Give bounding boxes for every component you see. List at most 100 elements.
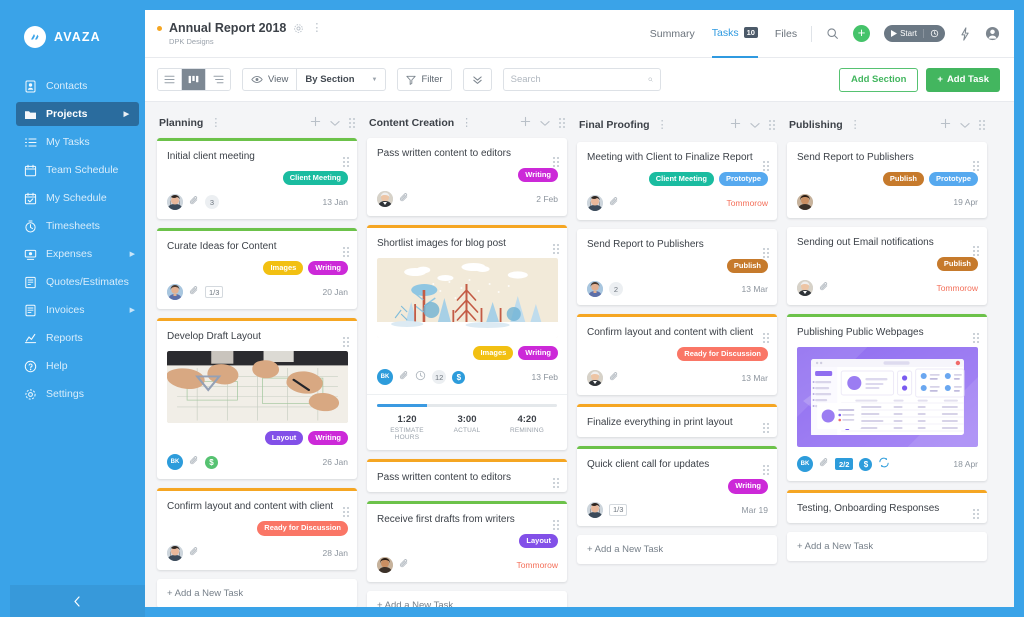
group-by-select[interactable]: By Section ▼ [296, 69, 385, 90]
tab-tasks[interactable]: Tasks10 [712, 10, 758, 58]
task-tag[interactable]: Client Meeting [283, 171, 348, 185]
attachment-icon[interactable] [819, 455, 829, 473]
add-task-button[interactable]: + Add Task [926, 68, 1000, 92]
card-drag-handle[interactable] [973, 322, 979, 343]
drag-grip-icon[interactable] [769, 120, 775, 130]
card-drag-handle[interactable] [553, 509, 559, 530]
task-tag[interactable]: Images [473, 346, 513, 360]
attachment-icon[interactable] [819, 279, 829, 297]
avatar[interactable]: BK [797, 456, 813, 472]
sidebar-item-team-schedule[interactable]: Team Schedule [10, 158, 145, 182]
sidebar-item-projects[interactable]: Projects▶ [16, 102, 139, 126]
drag-grip-icon[interactable] [343, 157, 349, 167]
sidebar-item-expenses[interactable]: Expenses▶ [10, 242, 145, 266]
comment-count-badge[interactable]: 12 [432, 370, 446, 384]
card-drag-handle[interactable] [763, 454, 769, 475]
task-card[interactable]: Testing, Onboarding Responses [787, 490, 987, 523]
task-tag[interactable]: Publish [937, 257, 978, 271]
billable-icon[interactable]: $ [859, 458, 872, 471]
avatar[interactable] [587, 370, 603, 386]
task-tag[interactable]: Publish [727, 259, 768, 273]
add-new-task-button[interactable]: + Add a New Task [577, 535, 777, 564]
tab-summary[interactable]: Summary [650, 10, 695, 58]
task-card[interactable]: Confirm layout and content with clientRe… [157, 488, 357, 569]
add-new-task-button[interactable]: + Add a New Task [787, 532, 987, 561]
avatar[interactable] [587, 195, 603, 211]
subtask-count-badge[interactable]: 1/3 [609, 504, 627, 516]
card-drag-handle[interactable] [763, 322, 769, 343]
subtask-count-badge[interactable]: 2/2 [835, 458, 853, 470]
add-new-task-button[interactable]: + Add a New Task [157, 579, 357, 608]
task-card[interactable]: Sending out Email notificationsPublishTo… [787, 227, 987, 305]
card-drag-handle[interactable] [973, 498, 979, 519]
task-card[interactable]: Develop Draft LayoutLayoutWritingBK$26 J… [157, 318, 357, 479]
drag-grip-icon[interactable] [343, 507, 349, 517]
task-card[interactable]: Receive first drafts from writersLayoutT… [367, 501, 567, 582]
task-card[interactable]: Meeting with Client to Finalize ReportCl… [577, 142, 777, 220]
drag-grip-icon[interactable] [973, 333, 979, 343]
drag-grip-icon[interactable] [553, 244, 559, 254]
avatar[interactable] [167, 545, 183, 561]
task-card[interactable]: Initial client meetingClient Meeting313 … [157, 138, 357, 219]
task-tag[interactable]: Layout [519, 534, 558, 548]
filter-button[interactable]: Filter [398, 69, 450, 90]
search-icon[interactable] [826, 27, 839, 40]
drag-grip-icon[interactable] [763, 333, 769, 343]
task-tag[interactable]: Writing [308, 431, 348, 445]
drag-grip-icon[interactable] [763, 161, 769, 171]
recurring-icon[interactable] [878, 455, 890, 473]
attachment-icon[interactable] [399, 556, 409, 574]
card-drag-handle[interactable] [553, 467, 559, 488]
attachment-icon[interactable] [189, 193, 199, 211]
task-tag[interactable]: Publish [883, 172, 924, 186]
card-drag-handle[interactable] [343, 236, 349, 257]
task-card[interactable]: Publishing Public WebpagesBK2/2$18 Apr [787, 314, 987, 481]
card-drag-handle[interactable] [763, 150, 769, 171]
more-vertical-icon[interactable]: ⋮ [210, 118, 221, 129]
user-avatar-icon[interactable] [985, 26, 1000, 41]
more-vertical-icon[interactable]: ⋮ [850, 120, 861, 131]
collapse-column-icon[interactable] [750, 116, 760, 134]
task-tag[interactable]: Writing [728, 479, 768, 493]
add-card-icon[interactable] [730, 116, 741, 134]
task-tag[interactable]: Writing [308, 261, 348, 275]
comment-count-badge[interactable]: 2 [609, 282, 623, 296]
collapse-column-icon[interactable] [330, 114, 340, 132]
bolt-icon[interactable] [959, 27, 971, 41]
avatar[interactable]: BK [167, 454, 183, 470]
add-card-icon[interactable] [940, 116, 951, 134]
drag-grip-icon[interactable] [343, 247, 349, 257]
collapse-column-icon[interactable] [540, 114, 550, 132]
card-drag-handle[interactable] [343, 496, 349, 517]
avatar[interactable] [377, 557, 393, 573]
card-drag-handle[interactable] [763, 237, 769, 258]
drag-grip-icon[interactable] [553, 157, 559, 167]
task-tag[interactable]: Prototype [719, 172, 768, 186]
attachment-icon[interactable] [609, 369, 619, 387]
add-section-button[interactable]: Add Section [839, 68, 918, 92]
task-tag[interactable]: Writing [518, 168, 558, 182]
drag-grip-icon[interactable] [763, 423, 769, 433]
drag-grip-icon[interactable] [979, 120, 985, 130]
billable-icon[interactable]: $ [452, 371, 465, 384]
card-drag-handle[interactable] [343, 146, 349, 167]
sidebar-item-quotes-estimates[interactable]: Quotes/Estimates [10, 270, 145, 294]
board-view-icon[interactable] [182, 69, 206, 90]
avatar[interactable] [797, 280, 813, 296]
avatar[interactable] [587, 281, 603, 297]
sidebar-item-my-schedule[interactable]: My Schedule [10, 186, 145, 210]
subtask-count-badge[interactable]: 1/3 [205, 286, 223, 298]
tab-files[interactable]: Files [775, 10, 797, 58]
card-drag-handle[interactable] [343, 326, 349, 347]
attachment-icon[interactable] [189, 544, 199, 562]
task-card[interactable]: Confirm layout and content with clientRe… [577, 314, 777, 395]
drag-grip-icon[interactable] [553, 520, 559, 530]
task-tag[interactable]: Writing [518, 346, 558, 360]
drag-grip-icon[interactable] [973, 246, 979, 256]
gear-icon[interactable] [293, 23, 304, 34]
sidebar-collapse-button[interactable] [10, 585, 145, 617]
drag-grip-icon[interactable] [973, 509, 979, 519]
outline-view-icon[interactable] [206, 69, 230, 90]
task-tag[interactable]: Images [263, 261, 303, 275]
sidebar-item-help[interactable]: Help [10, 354, 145, 378]
